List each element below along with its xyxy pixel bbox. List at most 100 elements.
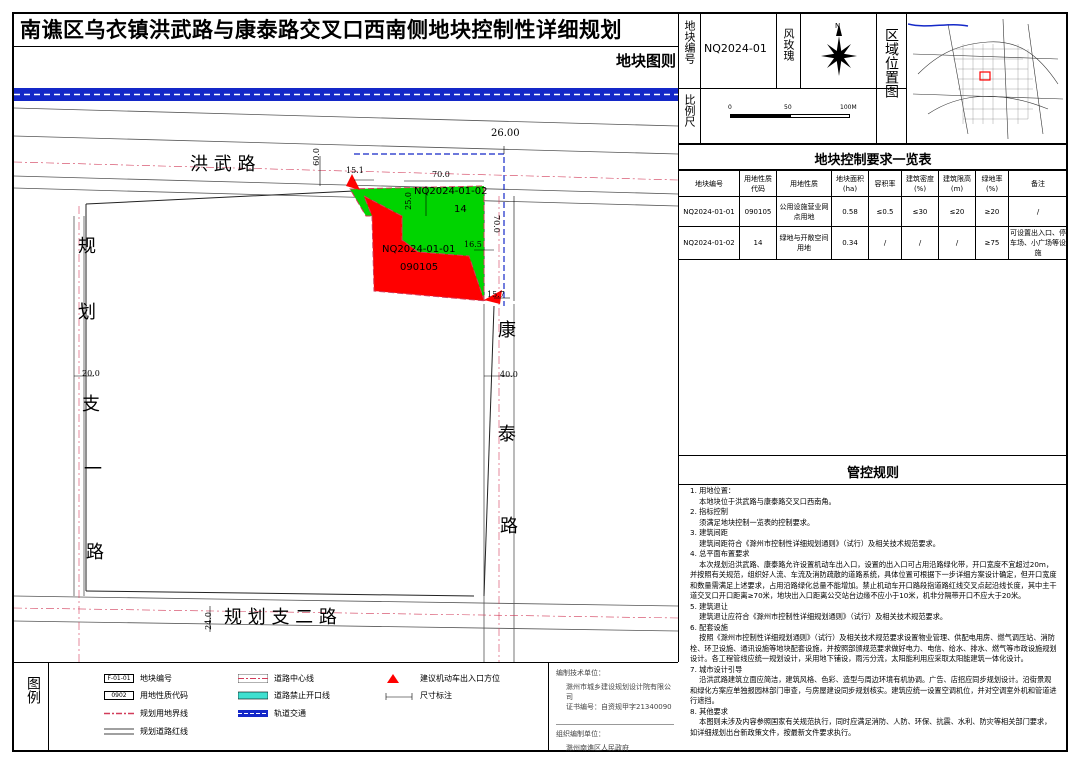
scale-tick-0: 0: [728, 104, 732, 111]
page-subtitle: 地块图则: [615, 52, 676, 70]
dim-165: 16.5: [464, 240, 482, 249]
no-opening-line-icon: [238, 691, 268, 700]
th-height: 建筑限高(m): [938, 170, 976, 197]
legend-divider: [12, 662, 678, 663]
cell: ≤0.5: [868, 196, 902, 227]
cell: NQ2024-01-01: [678, 196, 740, 227]
location-map: [908, 14, 1066, 142]
legend-text: 道路禁止开口线: [274, 691, 330, 700]
legend-col-divider: [48, 662, 49, 752]
legend-text: 规划道路红线: [140, 727, 188, 736]
legend-text: 轨道交通: [274, 709, 306, 718]
org-unit: 滁州南谯区人民政府: [566, 744, 629, 752]
legend-item: 道路中心线: [238, 673, 314, 684]
rule-line: 沿洪武路建筑立面应简洁，建筑风格、色彩、造型与周边环境有机协调。广告、店招应同步…: [690, 675, 1057, 705]
dim-240: 24.0: [204, 612, 213, 630]
rose-label: 风玫瑰: [782, 28, 795, 61]
legend-text: 规划用地界线: [140, 709, 188, 718]
rule-line: 本地块位于洪武路与康泰路交叉口西南角。: [690, 496, 836, 506]
road-kangtai-char-3: 路: [500, 516, 518, 537]
legend-text: 用地性质代码: [140, 691, 188, 700]
centerline-icon: [238, 674, 268, 683]
tech-unit: 滁州市城乡建设规划设计院有限公司: [566, 683, 671, 701]
cell: ≤30: [901, 196, 939, 227]
rules-title: 管控规则: [846, 466, 899, 481]
rule-line: 1. 用地位置：: [690, 486, 736, 495]
table-header-row: 地块编号 用地性质代码 用地性质 地块面积(ha) 容积率 建筑密度(%) 建筑…: [678, 170, 1068, 197]
org-col-divider: [548, 662, 549, 752]
dim-151: 15.1: [346, 166, 364, 175]
rule-line: 本图则未涉及内容参照国家有关规范执行，同时应满足消防、人防、环保、抗震、水利、防…: [690, 717, 1052, 737]
parcel-red-code: NQ2024-01-01: [382, 244, 456, 255]
dim-700a: 70.0: [432, 170, 450, 179]
legend-item: 0902 用地性质代码: [104, 690, 188, 701]
road-zhi1-char-2: 划: [78, 302, 96, 323]
rule-line: 建筑间距符合《滁州市控制性详细规划通则》（试行）及相关技术规范要求。: [690, 538, 940, 548]
tech-label: 编制技术单位：: [556, 669, 605, 677]
legend-item: 规划用地界线: [104, 708, 188, 719]
rail-icon: [238, 710, 268, 717]
scale-tick-50: 50: [784, 104, 792, 111]
entrance-marker-icon: [346, 174, 360, 190]
cell: ≤20: [938, 196, 976, 227]
rule-line: 3. 建筑间距: [690, 528, 728, 537]
road-hongwu-label: 洪 武 路: [190, 154, 256, 175]
rule-line: 须满足地块控制一览表的控制要求。: [690, 517, 815, 527]
parcel-value: NQ2024-01: [704, 42, 767, 55]
th-remark: 备注: [1008, 170, 1068, 197]
cert-number: 证书编号：自资规甲字21340090: [566, 703, 672, 711]
th-code: 用地性质代码: [739, 170, 777, 197]
road-kangtai-char-1: 康: [498, 320, 516, 341]
cell: 14: [739, 226, 777, 260]
th-density: 建筑密度(%): [901, 170, 939, 197]
dim-157: 15.7: [487, 290, 505, 299]
dim-600: 60.0: [312, 148, 321, 166]
parcel-map: [14, 88, 678, 662]
control-table-title: 地块控制要求一览表: [814, 153, 932, 168]
info-row-divider: [678, 88, 906, 89]
cell: /: [868, 226, 902, 260]
org-block: 编制技术单位： 滁州市城乡建设规划设计院有限公司 证书编号：自资规甲字21340…: [556, 668, 674, 753]
legend-item: 尺寸标注: [384, 690, 452, 701]
legend-item: 建议机动车出入口方位: [384, 673, 500, 684]
cell: ≥75: [975, 226, 1009, 260]
info-col-1: [700, 12, 701, 144]
legend-swatch: F-01-01: [104, 674, 134, 683]
parcel-red-use: 090105: [400, 262, 439, 273]
cell: 0.34: [831, 226, 869, 260]
control-table: 地块编号 用地性质代码 用地性质 地块面积(ha) 容积率 建筑密度(%) 建筑…: [678, 170, 1068, 260]
cell: /: [1008, 196, 1068, 227]
cell: 090105: [739, 196, 777, 227]
table-row: NQ2024-01-02 14 绿地与开敞空间用地 0.34 / / / ≥75…: [678, 226, 1068, 260]
road-zhi1-char-1: 规: [78, 236, 96, 257]
rule-line: 4. 总平面布置要求: [690, 549, 750, 558]
wind-rose-icon: N: [821, 22, 857, 76]
info-col-4: [906, 12, 907, 144]
legend-swatch: 0902: [104, 691, 134, 700]
parcel-label: 地块编号: [683, 20, 696, 64]
cell: 绿地与开敞空间用地: [776, 226, 832, 260]
dimension-icon: [385, 693, 413, 700]
parcel-green-use: 14: [454, 204, 467, 215]
th-green: 绿地率(%): [975, 170, 1009, 197]
info-col-3: [800, 12, 801, 88]
cell: /: [901, 226, 939, 260]
org-label: 组织编制单位：: [556, 724, 674, 739]
location-label: 区域位置图: [883, 28, 899, 98]
scale-tick-100: 100M: [840, 104, 857, 111]
rule-line: 建筑退让应符合《滁州市控制性详细规划通则》（试行）及相关技术规范要求。: [690, 612, 948, 621]
cell: /: [938, 226, 976, 260]
info-col-2: [776, 12, 777, 88]
parcel-green-code: NQ2024-01-02: [414, 186, 488, 197]
info-col-5: [876, 12, 877, 144]
road-zhi2-label: 规 划 支 二 路: [224, 607, 337, 628]
title-divider: [12, 46, 678, 47]
dim-2600: 26.00: [491, 128, 520, 139]
cell: 0.58: [831, 196, 869, 227]
th-use: 用地性质: [776, 170, 832, 197]
dim-250: 25.0: [404, 192, 413, 210]
page-title: 南谯区乌衣镇洪武路与康泰路交叉口西南侧地块控制性详细规划: [20, 18, 622, 42]
dim-400: 40.0: [500, 370, 518, 379]
legend-label: 图例: [25, 676, 41, 704]
road-red-line-icon: [104, 728, 134, 735]
